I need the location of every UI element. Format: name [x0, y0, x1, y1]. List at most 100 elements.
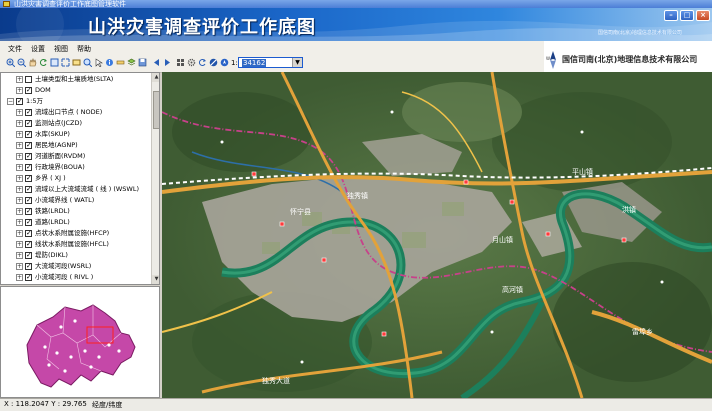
- identify-icon[interactable]: [105, 58, 114, 67]
- layer-checkbox[interactable]: ✓: [25, 274, 32, 281]
- layer-checkbox[interactable]: ✓: [25, 263, 32, 270]
- expand-icon[interactable]: +: [16, 153, 23, 160]
- scale-value[interactable]: 34162: [242, 59, 267, 67]
- expand-icon[interactable]: +: [16, 230, 23, 237]
- expand-icon[interactable]: +: [16, 219, 23, 226]
- layer-checkbox[interactable]: [25, 76, 32, 83]
- expand-icon[interactable]: +: [16, 76, 23, 83]
- layer-item[interactable]: + ✓ DOM: [1, 85, 149, 96]
- stop-icon[interactable]: [209, 58, 218, 67]
- layer-item[interactable]: + ✓ 行政境界(BOUA): [1, 162, 149, 173]
- info-icon[interactable]: [220, 58, 229, 67]
- layer-item[interactable]: + ✓ 道路(LRDL): [1, 217, 149, 228]
- settings-icon[interactable]: [187, 58, 196, 67]
- menu-file[interactable]: 文件: [8, 44, 22, 54]
- expand-icon[interactable]: +: [16, 175, 23, 182]
- layer-checkbox[interactable]: ✓: [25, 153, 32, 160]
- collapse-icon[interactable]: −: [7, 98, 14, 105]
- layer-checkbox[interactable]: ✓: [25, 208, 32, 215]
- scroll-thumb[interactable]: [153, 91, 159, 129]
- layer-checkbox[interactable]: ✓: [25, 164, 32, 171]
- menu-view[interactable]: 视图: [54, 44, 68, 54]
- grid-icon[interactable]: [176, 58, 185, 67]
- layer-item[interactable]: + ✓ 水库(SKUP): [1, 129, 149, 140]
- layer-item[interactable]: + ✓ 大流域河段(WSRL): [1, 261, 149, 272]
- layer-checkbox[interactable]: ✓: [25, 175, 32, 182]
- layer-checkbox[interactable]: ✓: [25, 142, 32, 149]
- export-icon[interactable]: [138, 58, 147, 67]
- overview-map-graphic: [26, 304, 136, 388]
- pan-icon[interactable]: [28, 58, 37, 67]
- select-icon[interactable]: [94, 58, 103, 67]
- map-view[interactable]: 怀宁县 独秀镇 月山镇 平山镇 雷埠乡 独秀大道 高河镇 洪镇: [162, 72, 712, 398]
- layer-checkbox[interactable]: ✓: [25, 252, 32, 259]
- layer-item[interactable]: + ✓ 铁路(LRDL): [1, 206, 149, 217]
- layer-item[interactable]: + ✓ 小流域河段 ( RIVL ): [1, 272, 149, 283]
- scale-select[interactable]: 34162 ▼: [238, 57, 303, 68]
- expand-icon[interactable]: +: [16, 131, 23, 138]
- menu-help[interactable]: 帮助: [77, 44, 91, 54]
- layer-icon[interactable]: [127, 58, 136, 67]
- layer-checkbox[interactable]: ✓: [16, 98, 23, 105]
- expand-icon[interactable]: +: [16, 208, 23, 215]
- layer-item[interactable]: + ✓ 河道断面(RVDM): [1, 151, 149, 162]
- menu-settings[interactable]: 设置: [31, 44, 45, 54]
- expand-icon[interactable]: +: [16, 274, 23, 281]
- layer-item[interactable]: + ✓ 线状水系附属设施(HFCL): [1, 239, 149, 250]
- layer-item[interactable]: + ✓ 堤防(DIKL): [1, 250, 149, 261]
- zoom-in-icon[interactable]: [6, 58, 15, 67]
- layer-item[interactable]: − ✓ 1:5万: [1, 96, 149, 107]
- layer-item[interactable]: + ✓ 乡界 ( XJ ): [1, 173, 149, 184]
- window-controls: – □ ×: [664, 10, 710, 21]
- back-icon[interactable]: [152, 58, 161, 67]
- forward-icon[interactable]: [163, 58, 172, 67]
- layer-item[interactable]: + 土壤类型和土壤质地(SLTA): [1, 74, 149, 85]
- scroll-up-icon[interactable]: ▲: [152, 73, 159, 82]
- refresh-view-icon[interactable]: [198, 58, 207, 67]
- layer-checkbox[interactable]: ✓: [25, 109, 32, 116]
- maximize-button[interactable]: □: [680, 10, 694, 21]
- layer-item[interactable]: + ✓ 居民地(AGNP): [1, 140, 149, 151]
- zoom-extent-icon[interactable]: [61, 58, 70, 67]
- layer-item[interactable]: + ✓ 监测站点(JCZD): [1, 118, 149, 129]
- close-button[interactable]: ×: [696, 10, 710, 21]
- expand-icon[interactable]: +: [16, 252, 23, 259]
- zoom-layer-icon[interactable]: [72, 58, 81, 67]
- expand-icon[interactable]: +: [16, 197, 23, 204]
- minimize-button[interactable]: –: [664, 10, 678, 21]
- zoom-out-icon[interactable]: [17, 58, 26, 67]
- expand-icon[interactable]: +: [16, 87, 23, 94]
- layer-checkbox[interactable]: ✓: [25, 197, 32, 204]
- layer-checkbox[interactable]: ✓: [25, 241, 32, 248]
- layer-label: 点状水系附属设施(HFCP): [35, 229, 110, 237]
- layer-item[interactable]: + ✓ 流域出口节点 ( NODE): [1, 107, 149, 118]
- layer-checkbox[interactable]: ✓: [25, 186, 32, 193]
- overview-map[interactable]: [0, 286, 160, 398]
- layer-item[interactable]: + ✓ 点状水系附属设施(HFCP): [1, 228, 149, 239]
- chevron-down-icon[interactable]: ▼: [292, 58, 302, 67]
- measure-icon[interactable]: [116, 58, 125, 67]
- layer-item[interactable]: + ✓ 小流域界线 ( WATL): [1, 195, 149, 206]
- expand-icon[interactable]: +: [16, 241, 23, 248]
- layer-checkbox[interactable]: ✓: [25, 219, 32, 226]
- layer-label: 河道断面(RVDM): [35, 152, 86, 160]
- expand-icon[interactable]: +: [16, 186, 23, 193]
- status-bar: X : 118.2047 Y : 29.765 经度/纬度: [0, 398, 712, 411]
- full-extent-icon[interactable]: [50, 58, 59, 67]
- search-icon[interactable]: [83, 58, 92, 67]
- layer-checkbox[interactable]: ✓: [25, 131, 32, 138]
- scroll-down-icon[interactable]: ▼: [152, 275, 159, 284]
- layer-checkbox[interactable]: ✓: [25, 230, 32, 237]
- layer-checkbox[interactable]: ✓: [25, 120, 32, 127]
- layer-checkbox[interactable]: ✓: [25, 87, 32, 94]
- refresh-icon[interactable]: [39, 58, 48, 67]
- expand-icon[interactable]: +: [16, 263, 23, 270]
- expand-icon[interactable]: +: [16, 109, 23, 116]
- layer-item[interactable]: + ✓ 流域以上大流域流域 ( 线 ) (WSWL): [1, 184, 149, 195]
- layer-tree-scrollbar[interactable]: ▲ ▼: [151, 73, 159, 284]
- expand-icon[interactable]: +: [16, 142, 23, 149]
- expand-icon[interactable]: +: [16, 164, 23, 171]
- expand-icon[interactable]: +: [16, 120, 23, 127]
- title-bar: 山洪灾害调查评价工作底图管理软件: [0, 0, 712, 8]
- layer-label: 大流域河段(WSRL): [35, 262, 92, 270]
